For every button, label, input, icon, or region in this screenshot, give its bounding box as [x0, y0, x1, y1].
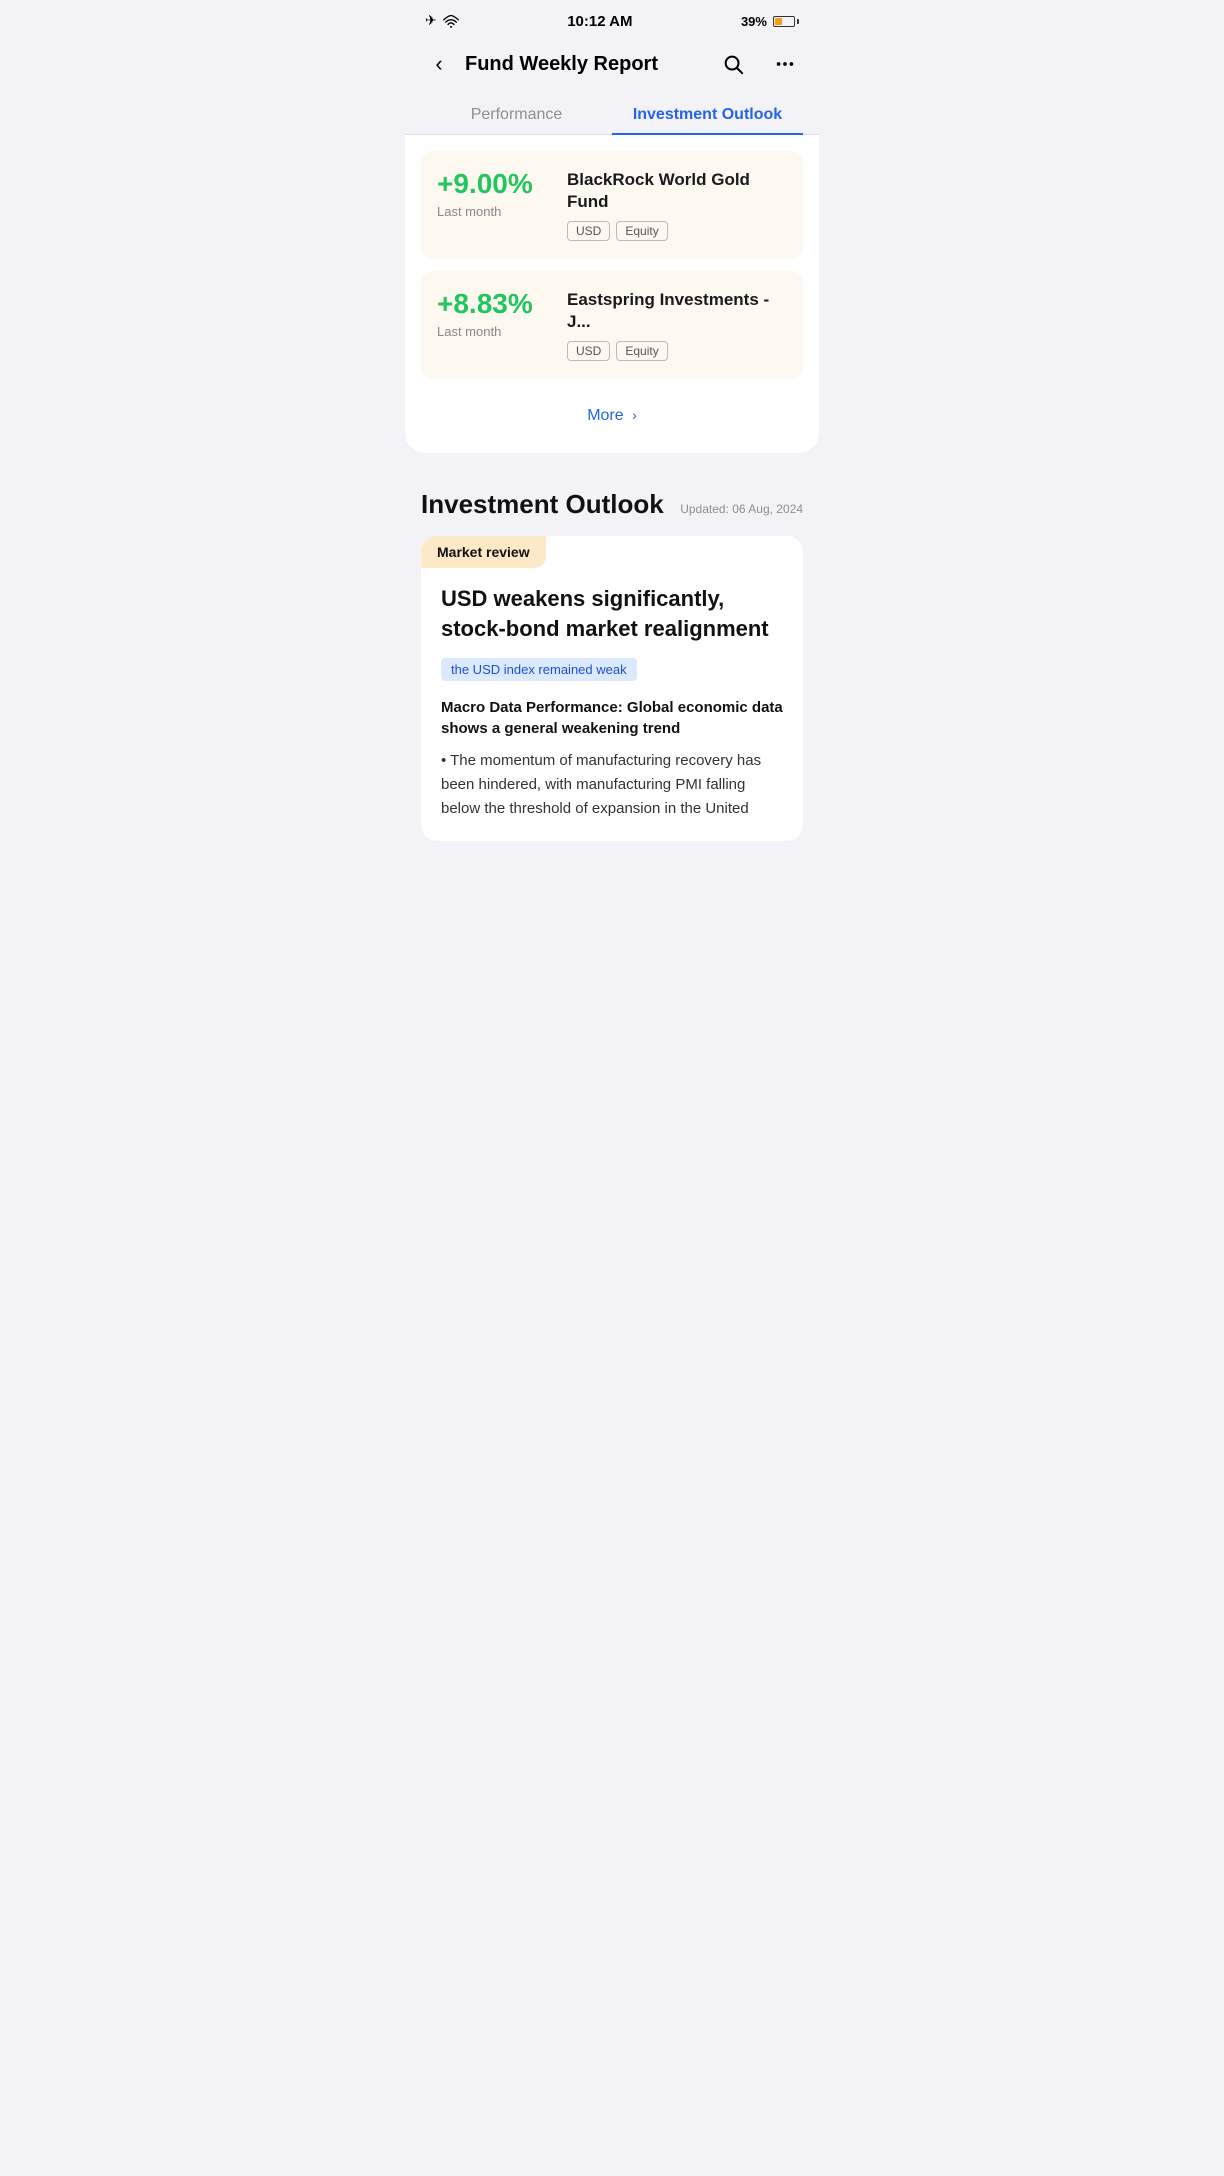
nav-header: ‹ Fund Weekly Report — [405, 38, 819, 94]
status-bar: 10:12 AM 39% — [405, 0, 819, 38]
page-title: Fund Weekly Report — [465, 53, 715, 76]
article-headline: USD weakens significantly, stock-bond ma… — [441, 584, 783, 643]
outlook-title: Investment Outlook — [421, 489, 664, 520]
tab-investment-outlook[interactable]: Investment Outlook — [612, 94, 803, 134]
fund-1-return: +9.00% — [437, 169, 547, 200]
fund-2-tag-equity: Equity — [616, 341, 667, 361]
outlook-header: Investment Outlook Updated: 06 Aug, 2024 — [421, 489, 803, 520]
search-icon — [722, 53, 744, 75]
fund-2-performance: +8.83% Last month — [437, 289, 547, 339]
performance-section: +9.00% Last month BlackRock World Gold F… — [405, 135, 819, 453]
tab-bar: Performance Investment Outlook — [405, 94, 819, 135]
wifi-icon — [443, 15, 459, 28]
fund-1-tag-usd: USD — [567, 221, 610, 241]
article-body: USD weakens significantly, stock-bond ma… — [421, 584, 803, 820]
status-left — [425, 12, 459, 30]
more-icon — [774, 53, 796, 75]
airplane-icon — [425, 12, 437, 30]
fund-1-info: BlackRock World Gold Fund USD Equity — [567, 169, 787, 241]
fund-2-name: Eastspring Investments - J... — [567, 289, 787, 333]
more-label: More — [587, 407, 623, 424]
back-button[interactable]: ‹ — [421, 46, 457, 82]
status-time: 10:12 AM — [567, 13, 632, 30]
more-arrow-icon: › — [632, 407, 637, 423]
article-subheading: Macro Data Performance: Global economic … — [441, 697, 783, 739]
fund-2-info: Eastspring Investments - J... USD Equity — [567, 289, 787, 361]
fund-2-return: +8.83% — [437, 289, 547, 320]
fund-2-tag-usd: USD — [567, 341, 610, 361]
outlook-updated: Updated: 06 Aug, 2024 — [680, 502, 803, 516]
tab-performance[interactable]: Performance — [421, 94, 612, 134]
fund-1-tag-equity: Equity — [616, 221, 667, 241]
fund-1-tags: USD Equity — [567, 221, 787, 241]
more-options-button[interactable] — [767, 46, 803, 82]
main-content: +9.00% Last month BlackRock World Gold F… — [405, 135, 819, 861]
fund-1-name: BlackRock World Gold Fund — [567, 169, 787, 213]
more-button[interactable]: More › — [421, 391, 803, 429]
fund-2-tags: USD Equity — [567, 341, 787, 361]
outlook-section: Investment Outlook Updated: 06 Aug, 2024… — [405, 469, 819, 860]
article-highlight: the USD index remained weak — [441, 658, 637, 681]
article-card[interactable]: Market review USD weakens significantly,… — [421, 536, 803, 840]
fund-2-period: Last month — [437, 324, 547, 339]
search-button[interactable] — [715, 46, 751, 82]
status-right: 39% — [741, 14, 799, 29]
fund-card-2[interactable]: +8.83% Last month Eastspring Investments… — [421, 271, 803, 379]
article-body-text: • The momentum of manufacturing recovery… — [441, 749, 783, 821]
battery-indicator — [773, 16, 799, 27]
fund-card-1[interactable]: +9.00% Last month BlackRock World Gold F… — [421, 151, 803, 259]
fund-1-performance: +9.00% Last month — [437, 169, 547, 219]
battery-percent: 39% — [741, 14, 767, 29]
nav-actions — [715, 46, 803, 82]
back-icon: ‹ — [435, 51, 442, 77]
article-category: Market review — [421, 536, 546, 568]
fund-1-period: Last month — [437, 204, 547, 219]
